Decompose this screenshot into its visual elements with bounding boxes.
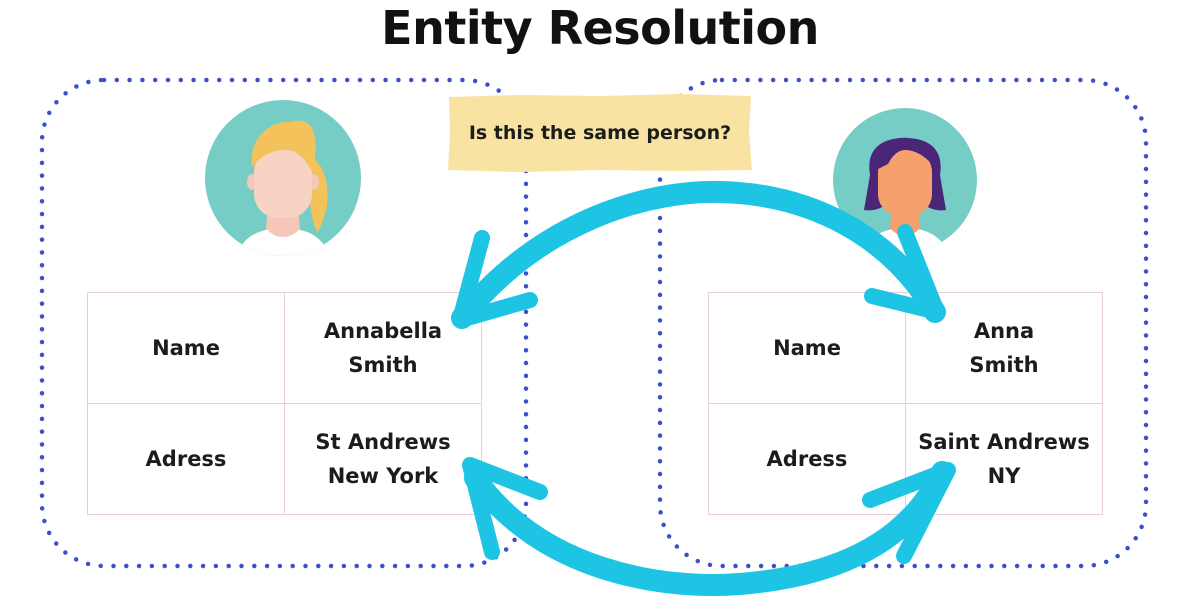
name-comparison-arrow [451, 180, 946, 329]
arrows-layer [451, 180, 956, 596]
address-comparison-arrow [462, 457, 956, 596]
